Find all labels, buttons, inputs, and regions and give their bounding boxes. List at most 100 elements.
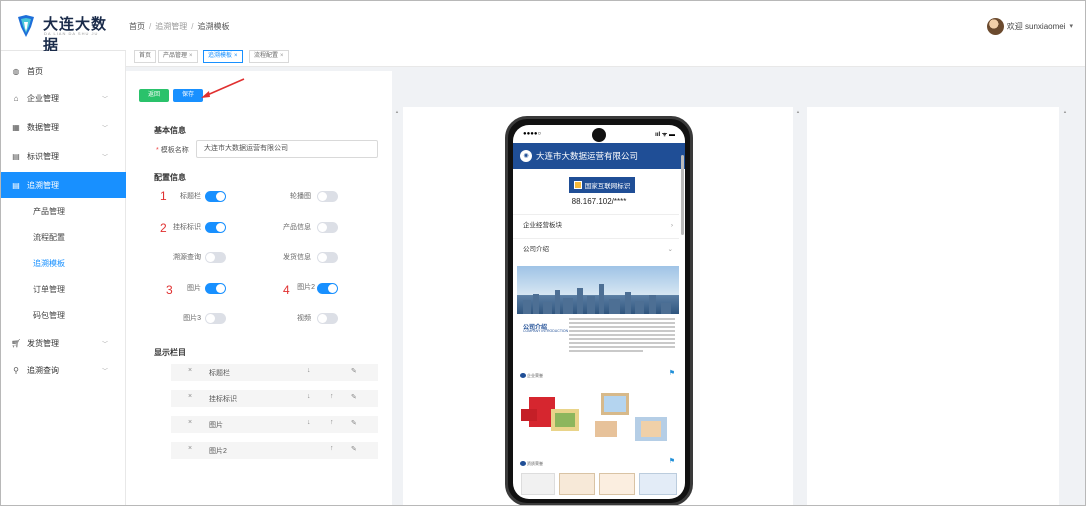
annotation-arrow-icon xyxy=(201,78,245,98)
remove-icon[interactable]: × xyxy=(188,367,192,374)
tag-home[interactable]: 首页 xyxy=(134,50,157,63)
switch-knob xyxy=(318,314,327,323)
arrow-down-icon[interactable]: ↓ xyxy=(307,393,311,400)
basic-info-title: 基本信息 xyxy=(154,126,186,135)
close-icon[interactable]: × xyxy=(189,53,193,59)
switch-image3[interactable] xyxy=(205,313,226,324)
switch-image2[interactable] xyxy=(317,283,338,294)
breadcrumb-home[interactable]: 首页 xyxy=(129,22,145,31)
sidebar-subitem-codepack[interactable]: 码包管理 xyxy=(1,304,126,328)
switch-trace-query[interactable] xyxy=(205,252,226,263)
sidebar-item-shipping[interactable]: 🛒︎ 发货管理 ﹀ xyxy=(1,330,126,356)
sidebar-item-label: 发货管理 xyxy=(27,338,59,348)
switch-shipping-info[interactable] xyxy=(317,252,338,263)
sidebar-item-label: 追溯查询 xyxy=(27,365,59,375)
logo-mark-icon xyxy=(18,15,34,37)
edit-icon[interactable]: ✎ xyxy=(351,393,357,401)
document-icon: ▤ xyxy=(12,180,20,190)
phone-row-intro[interactable]: 公司介绍 ⌄ xyxy=(513,238,679,260)
breadcrumb-separator: / xyxy=(149,22,152,31)
preview-scrollbar[interactable] xyxy=(793,107,803,505)
arrow-down-icon[interactable]: ↓ xyxy=(307,419,311,426)
edit-icon[interactable]: ✎ xyxy=(351,419,357,427)
phone-scrollbar[interactable] xyxy=(681,155,684,235)
switch-tag-id[interactable] xyxy=(205,222,226,233)
sidebar-subitem-order[interactable]: 订单管理 xyxy=(1,278,126,302)
phone-id-button[interactable]: 国家互联网标识 xyxy=(569,177,635,193)
arrow-up-icon[interactable]: ↑ xyxy=(330,393,334,400)
tag-product[interactable]: 产品管理 × xyxy=(158,50,198,63)
extra-panel-scrollbar[interactable] xyxy=(1059,107,1073,505)
config-info-title: 配置信息 xyxy=(154,173,186,182)
sidebar-subitem-template[interactable]: 追溯模板 xyxy=(1,252,126,276)
sidebar-subitem-flow[interactable]: 流程配置 xyxy=(1,226,126,250)
annotation-3: 3 xyxy=(166,283,173,297)
arrow-up-icon[interactable]: ↑ xyxy=(330,445,334,452)
edit-icon[interactable]: ✎ xyxy=(351,445,357,453)
chevron-right-icon: › xyxy=(670,222,673,229)
close-icon[interactable]: × xyxy=(280,53,284,59)
edit-icon[interactable]: ✎ xyxy=(351,367,357,375)
sidebar-item-label: 首页 xyxy=(27,66,43,76)
app-window: 大连大数据 DA LIAN DA SHU JU 首页 / 追溯管理 / 追溯模板 欢迎 … xyxy=(0,0,1086,506)
arrow-up-icon[interactable]: ↑ xyxy=(330,419,334,426)
switch-knob xyxy=(206,253,215,262)
scroll-up-icon[interactable]: ▲ xyxy=(395,109,399,114)
arrow-down-icon[interactable]: ↓ xyxy=(307,367,311,374)
remove-icon[interactable]: × xyxy=(188,393,192,400)
sidebar-subitem-product[interactable]: 产品管理 xyxy=(1,200,126,224)
sidebar-item-label: 数据管理 xyxy=(27,122,59,132)
switch-product-info[interactable] xyxy=(317,222,338,233)
column-label: 图片2 xyxy=(209,448,227,455)
avatar xyxy=(986,17,1004,35)
switch-knob xyxy=(216,223,225,232)
switch-title-bar[interactable] xyxy=(205,191,226,202)
sidebar-item-home[interactable]: ◍ 首页 xyxy=(1,58,126,84)
column-row: × 图片 ↓ ↑ ✎ xyxy=(171,416,378,433)
sidebar-item-trace[interactable]: ▤ 追溯管理 xyxy=(1,172,126,198)
home-icon: ⌂ xyxy=(13,93,19,103)
column-label: 标题栏 xyxy=(209,370,230,377)
switch-label-title: 标题栏 xyxy=(180,193,201,200)
search-icon: ⚲ xyxy=(13,365,19,375)
panel-gap xyxy=(392,107,403,505)
row-label: 企业经营板块 xyxy=(523,222,562,229)
phone-row-business[interactable]: 企业经营板块 › xyxy=(513,214,679,236)
intro-text-lines xyxy=(569,318,675,354)
city-skyline-image xyxy=(517,266,679,314)
dashboard-icon: ◍ xyxy=(12,66,20,76)
close-icon[interactable]: × xyxy=(234,53,238,59)
switch-video[interactable] xyxy=(317,313,338,324)
signal-dots: ●●●●○ xyxy=(523,131,542,137)
switch-carousel[interactable] xyxy=(317,191,338,202)
bullet-icon xyxy=(520,373,526,378)
switch-knob xyxy=(318,253,327,262)
phone-id-number: 88.167.102/**** xyxy=(571,197,627,206)
sidebar-item-data[interactable]: ▦ 数据管理 ﹀ xyxy=(1,114,126,140)
phone-section-honors: 企业荣誉 xyxy=(527,373,543,378)
sidebar-item-trace-query[interactable]: ⚲ 追溯查询 ﹀ xyxy=(1,357,126,383)
back-button[interactable]: 返回 xyxy=(139,89,169,102)
column-label: 图片 xyxy=(209,422,223,429)
switch-image[interactable] xyxy=(205,283,226,294)
required-mark: * xyxy=(156,147,159,154)
tag-trace-template[interactable]: 追溯模板 × xyxy=(203,50,243,63)
scroll-up-icon[interactable]: ▲ xyxy=(796,109,800,114)
remove-icon[interactable]: × xyxy=(188,445,192,452)
phone-title-bar: ◉ 大连市大数据运营有限公司 xyxy=(513,143,685,169)
intro-subtitle: COMPANY INTRODUCTION xyxy=(523,329,569,333)
switch-knob xyxy=(216,284,225,293)
template-name-input[interactable]: 大连市大数据运营有限公司 xyxy=(196,140,378,158)
bullet-icon xyxy=(520,461,526,466)
tag-flow-config[interactable]: 流程配置 × xyxy=(249,50,289,63)
user-menu[interactable]: 欢迎 sunxiaomei ▾ xyxy=(986,17,1073,35)
sidebar-item-identifier[interactable]: ▤ 标识管理 ﹀ xyxy=(1,143,126,169)
breadcrumb-trace[interactable]: 追溯管理 xyxy=(155,22,187,31)
chevron-down-icon: ⌄ xyxy=(667,246,673,253)
remove-icon[interactable]: × xyxy=(188,419,192,426)
phone-status-bar: ●●●●○ ııl ᯤ ▬ xyxy=(513,125,685,143)
row-label: 公司介绍 xyxy=(523,246,549,253)
sidebar-item-enterprise[interactable]: ⌂ 企业管理 ﹀ xyxy=(1,85,126,111)
cart-icon: 🛒︎ xyxy=(11,338,22,348)
scroll-up-icon[interactable]: ▲ xyxy=(1063,109,1067,114)
